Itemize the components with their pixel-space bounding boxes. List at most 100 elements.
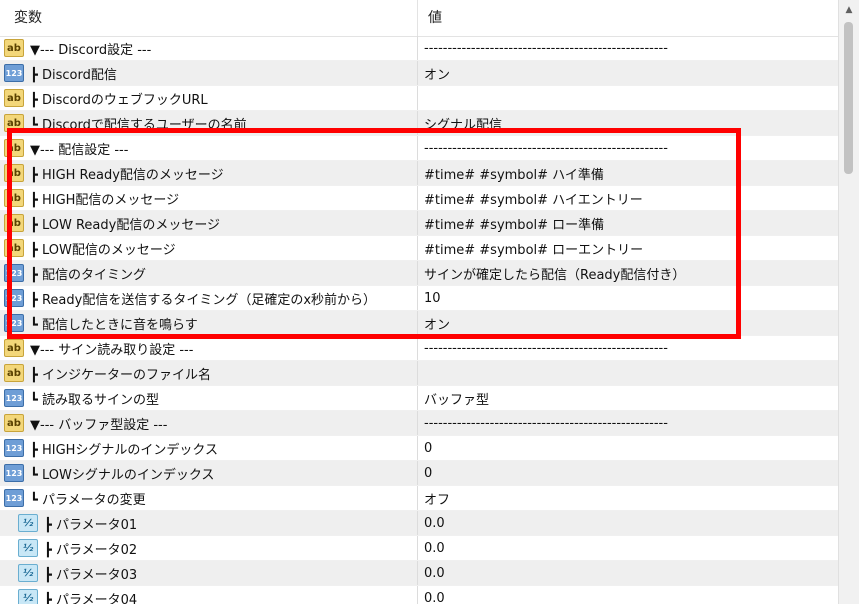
- variable-name: ▼--- サイン読み取り設定 ---: [30, 342, 194, 358]
- value-cell[interactable]: サインが確定したら配信（Ready配信付き）: [418, 261, 838, 285]
- variable-cell: ½ ┣ パラメータ03: [0, 561, 418, 585]
- string-type-icon: ab: [4, 414, 24, 432]
- variable-name: ┗ 読み取るサインの型: [30, 392, 159, 408]
- value-cell[interactable]: #time# #symbol# ハイ準備: [418, 161, 838, 185]
- variable-cell: ½ ┣ パラメータ04: [0, 586, 418, 604]
- table-row[interactable]: 123 ┗ LOWシグナルのインデックス 0: [0, 461, 838, 486]
- variable-cell: 123 ┗ 読み取るサインの型: [0, 386, 418, 410]
- variable-name: ┣ HIGH Ready配信のメッセージ: [30, 167, 224, 183]
- variable-cell: ab ┣ LOW配信のメッセージ: [0, 236, 418, 260]
- variable-name: ┣ パラメータ02: [44, 542, 138, 558]
- variable-name: ┣ HIGHシグナルのインデックス: [30, 442, 219, 458]
- value-cell[interactable]: #time# #symbol# ロー準備: [418, 211, 838, 235]
- variable-cell: ab ┣ HIGH Ready配信のメッセージ: [0, 161, 418, 185]
- vertical-scrollbar[interactable]: ▲: [838, 0, 859, 604]
- value-cell[interactable]: ----------------------------------------…: [418, 136, 838, 160]
- value-cell[interactable]: [418, 86, 838, 110]
- variable-cell: ab ┣ LOW Ready配信のメッセージ: [0, 211, 418, 235]
- grid-rows: ab ▼--- Discord設定 --- --------------------…: [0, 36, 838, 604]
- table-row[interactable]: ab ▼--- 配信設定 --- -------------------------…: [0, 136, 838, 161]
- table-row[interactable]: ab ┗ Discordで配信するユーザーの名前 シグナル配信: [0, 111, 838, 136]
- variable-name: ▼--- Discord設定 ---: [30, 42, 152, 58]
- variable-name: ┣ パラメータ04: [44, 592, 138, 604]
- table-row[interactable]: ½ ┣ パラメータ03 0.0: [0, 561, 838, 586]
- table-row[interactable]: ab ┣ LOW Ready配信のメッセージ #time# #symbol# ロー準…: [0, 211, 838, 236]
- column-header-value[interactable]: 値: [418, 0, 838, 36]
- integer-type-icon: 123: [4, 64, 24, 82]
- table-row[interactable]: 123 ┗ 配信したときに音を鳴らす オン: [0, 311, 838, 336]
- scroll-up-arrow-icon[interactable]: ▲: [839, 0, 859, 20]
- integer-type-icon: 123: [4, 314, 24, 332]
- string-type-icon: ab: [4, 189, 24, 207]
- table-row[interactable]: 123 ┗ パラメータの変更 オフ: [0, 486, 838, 511]
- variable-cell: 123 ┗ 配信したときに音を鳴らす: [0, 311, 418, 335]
- value-cell[interactable]: 0.0: [418, 511, 838, 535]
- value-cell[interactable]: 10: [418, 286, 838, 310]
- string-type-icon: ab: [4, 139, 24, 157]
- value-cell[interactable]: オン: [418, 311, 838, 335]
- variable-cell: 123 ┣ HIGHシグナルのインデックス: [0, 436, 418, 460]
- integer-type-icon: 123: [4, 439, 24, 457]
- table-row[interactable]: 123 ┣ Ready配信を送信するタイミング（足確定のx秒前から） 10: [0, 286, 838, 311]
- variable-cell: ½ ┣ パラメータ01: [0, 511, 418, 535]
- table-row[interactable]: ab ┣ LOW配信のメッセージ #time# #symbol# ローエントリー: [0, 236, 838, 261]
- grid-header: 変数 値: [0, 0, 838, 37]
- table-row[interactable]: ½ ┣ パラメータ04 0.0: [0, 586, 838, 604]
- value-cell[interactable]: 0: [418, 436, 838, 460]
- string-type-icon: ab: [4, 364, 24, 382]
- table-row[interactable]: ab ┣ DiscordのウェブフックURL: [0, 86, 838, 111]
- variable-cell: 123 ┣ 配信のタイミング: [0, 261, 418, 285]
- value-cell[interactable]: 0.0: [418, 586, 838, 604]
- value-cell[interactable]: オフ: [418, 486, 838, 510]
- table-row[interactable]: ½ ┣ パラメータ02 0.0: [0, 536, 838, 561]
- value-cell[interactable]: [418, 361, 838, 385]
- variable-name: ┗ Discordで配信するユーザーの名前: [30, 117, 247, 133]
- table-row[interactable]: ab ▼--- バッファ型設定 --- ----------------------…: [0, 411, 838, 436]
- value-cell[interactable]: 0.0: [418, 536, 838, 560]
- variable-name: ┗ LOWシグナルのインデックス: [30, 467, 215, 483]
- variable-name: ┣ LOW Ready配信のメッセージ: [30, 217, 221, 233]
- table-row[interactable]: 123 ┗ 読み取るサインの型 バッファ型: [0, 386, 838, 411]
- string-type-icon: ab: [4, 339, 24, 357]
- double-type-icon: ½: [18, 564, 38, 582]
- table-row[interactable]: ab ┣ HIGH Ready配信のメッセージ #time# #symbol# ハイ…: [0, 161, 838, 186]
- value-cell[interactable]: 0: [418, 461, 838, 485]
- variable-cell: ab ▼--- サイン読み取り設定 ---: [0, 336, 418, 360]
- value-cell[interactable]: シグナル配信: [418, 111, 838, 135]
- value-cell[interactable]: ----------------------------------------…: [418, 336, 838, 360]
- double-type-icon: ½: [18, 589, 38, 604]
- double-type-icon: ½: [18, 514, 38, 532]
- variable-name: ┗ 配信したときに音を鳴らす: [30, 317, 198, 333]
- value-cell[interactable]: ----------------------------------------…: [418, 411, 838, 435]
- scroll-thumb[interactable]: [844, 22, 853, 174]
- double-type-icon: ½: [18, 539, 38, 557]
- variable-cell: ab ▼--- 配信設定 ---: [0, 136, 418, 160]
- table-row[interactable]: ½ ┣ パラメータ01 0.0: [0, 511, 838, 536]
- variable-cell: 123 ┣ Discord配信: [0, 61, 418, 85]
- table-row[interactable]: ab ┣ HIGH配信のメッセージ #time# #symbol# ハイエントリー: [0, 186, 838, 211]
- integer-type-icon: 123: [4, 289, 24, 307]
- variable-name: ┣ パラメータ01: [44, 517, 138, 533]
- value-cell[interactable]: #time# #symbol# ハイエントリー: [418, 186, 838, 210]
- variable-cell: ab ┣ インジケーターのファイル名: [0, 361, 418, 385]
- integer-type-icon: 123: [4, 264, 24, 282]
- integer-type-icon: 123: [4, 464, 24, 482]
- variable-name: ┣ DiscordのウェブフックURL: [30, 92, 208, 108]
- variable-name: ┣ インジケーターのファイル名: [30, 367, 211, 383]
- value-cell[interactable]: オン: [418, 61, 838, 85]
- variable-cell: 123 ┗ パラメータの変更: [0, 486, 418, 510]
- table-row[interactable]: 123 ┣ HIGHシグナルのインデックス 0: [0, 436, 838, 461]
- variable-cell: ab ▼--- Discord設定 ---: [0, 36, 418, 60]
- column-header-variable[interactable]: 変数: [0, 0, 418, 36]
- value-cell[interactable]: ----------------------------------------…: [418, 36, 838, 60]
- table-row[interactable]: ab ▼--- Discord設定 --- --------------------…: [0, 36, 838, 61]
- table-row[interactable]: 123 ┣ Discord配信 オン: [0, 61, 838, 86]
- table-row[interactable]: ab ▼--- サイン読み取り設定 --- --------------------…: [0, 336, 838, 361]
- value-cell[interactable]: 0.0: [418, 561, 838, 585]
- value-cell[interactable]: #time# #symbol# ローエントリー: [418, 236, 838, 260]
- table-row[interactable]: ab ┣ インジケーターのファイル名: [0, 361, 838, 386]
- value-cell[interactable]: バッファ型: [418, 386, 838, 410]
- table-row[interactable]: 123 ┣ 配信のタイミング サインが確定したら配信（Ready配信付き）: [0, 261, 838, 286]
- string-type-icon: ab: [4, 164, 24, 182]
- string-type-icon: ab: [4, 39, 24, 57]
